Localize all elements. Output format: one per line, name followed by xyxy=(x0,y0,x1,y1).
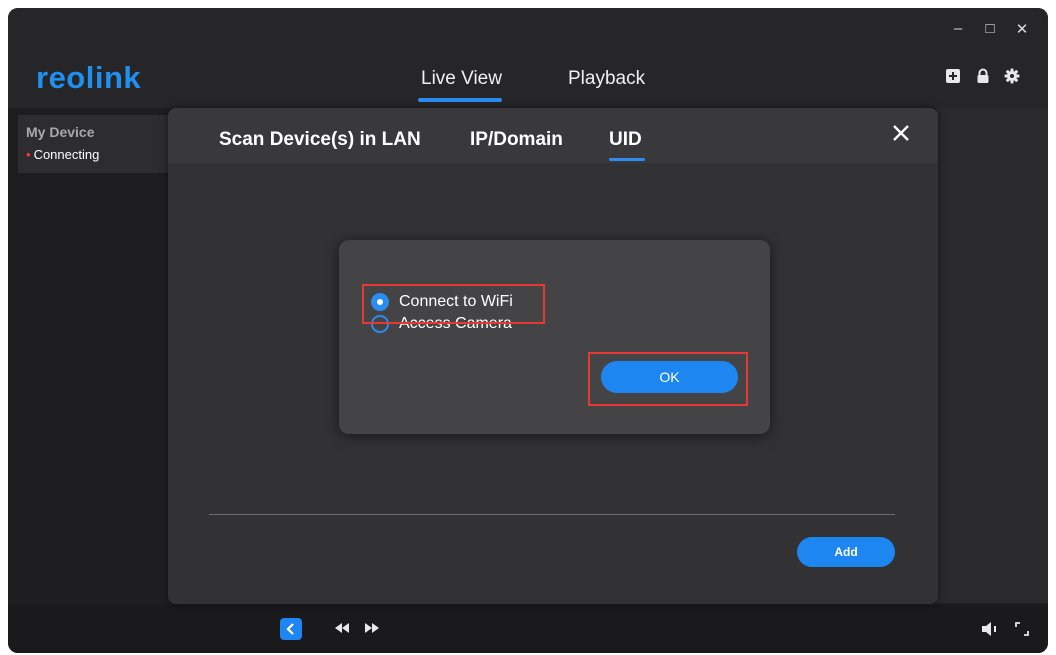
reolink-logo: reolink xyxy=(36,60,142,95)
fullscreen-icon[interactable] xyxy=(1014,621,1030,637)
sidebar-device-item[interactable]: My Device • Connecting xyxy=(18,115,170,173)
close-icon[interactable] xyxy=(890,122,912,144)
maximize-button[interactable]: □ xyxy=(980,20,1000,37)
active-modal-tab-indicator xyxy=(609,158,645,161)
tab-playback[interactable]: Playback xyxy=(568,68,645,90)
modal-divider xyxy=(209,514,895,515)
close-window-button[interactable]: ✕ xyxy=(1012,20,1032,38)
lock-icon[interactable] xyxy=(975,68,991,84)
volume-icon[interactable] xyxy=(981,621,999,637)
add-icon[interactable] xyxy=(945,68,961,84)
rewind-icon[interactable] xyxy=(334,621,350,635)
fast-forward-icon[interactable] xyxy=(364,621,380,635)
device-status: • Connecting xyxy=(26,147,99,162)
tab-uid[interactable]: UID xyxy=(609,129,642,151)
tab-ip-domain[interactable]: IP/Domain xyxy=(470,129,563,151)
minimize-button[interactable]: – xyxy=(948,20,968,37)
highlight-box-wifi xyxy=(362,284,545,324)
tab-scan-lan[interactable]: Scan Device(s) in LAN xyxy=(219,129,421,151)
app-window: reolink – □ ✕ Live View Playback My Devi… xyxy=(8,8,1048,653)
gear-icon[interactable] xyxy=(1004,68,1020,84)
bottom-toolbar xyxy=(8,605,1048,653)
active-tab-indicator xyxy=(418,98,502,102)
modal-header: Scan Device(s) in LAN IP/Domain UID xyxy=(168,108,938,163)
add-button[interactable]: Add xyxy=(797,537,895,567)
status-dot-icon: • xyxy=(26,147,31,162)
highlight-box-ok xyxy=(588,352,748,406)
right-panel xyxy=(936,108,1048,603)
tab-live-view[interactable]: Live View xyxy=(421,68,502,90)
device-name: My Device xyxy=(26,124,95,140)
device-status-text: Connecting xyxy=(33,147,100,162)
chevron-left-icon[interactable] xyxy=(280,618,302,640)
title-bar: reolink – □ ✕ Live View Playback xyxy=(8,8,1048,108)
